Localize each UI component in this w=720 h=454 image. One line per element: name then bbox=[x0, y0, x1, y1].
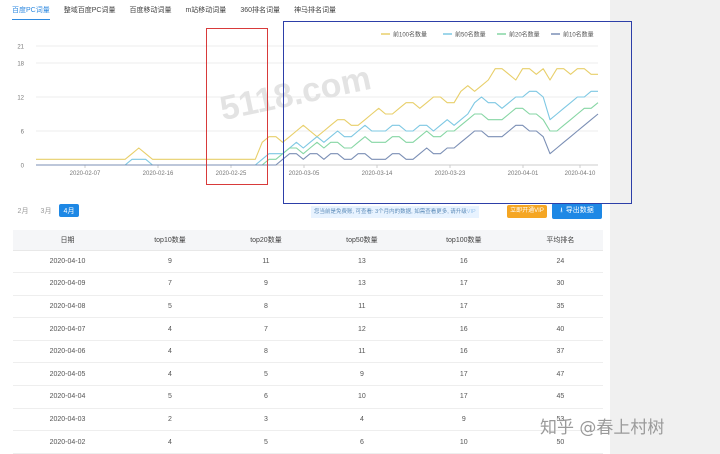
cell-top10: 4 bbox=[122, 340, 218, 364]
tab-shenma[interactable]: 神马排名词量 bbox=[294, 6, 336, 20]
header-top10: top10数量 bbox=[122, 230, 218, 251]
cell-date: 2020-04-10 bbox=[13, 250, 122, 274]
cell-avg-rank: 37 bbox=[517, 340, 603, 364]
header-avg-rank: 平均排名 bbox=[517, 230, 603, 251]
cell-date: 2020-04-06 bbox=[13, 340, 122, 364]
cell-top100: 17 bbox=[409, 272, 518, 296]
export-button-label: 导出数据 bbox=[565, 207, 594, 214]
table-header-row: 日期 top10数量 top20数量 top50数量 top100数量 平均排名 bbox=[13, 230, 603, 251]
annotation-blue-box bbox=[283, 21, 632, 204]
header-top100: top100数量 bbox=[409, 230, 518, 251]
cell-top100: 17 bbox=[409, 295, 518, 319]
tab-bar: 百度PC词量 整域百度PC词量 百度移动词量 m站移动词量 360排名词量 神马… bbox=[12, 6, 350, 20]
download-icon: ⭳ bbox=[560, 207, 563, 214]
header-top20: top20数量 bbox=[217, 230, 314, 251]
cell-date: 2020-04-09 bbox=[13, 272, 122, 296]
cell-top20: 11 bbox=[217, 250, 314, 274]
table-row: 2020-04-04 5 6 10 17 45 bbox=[13, 385, 603, 409]
month-mar-button[interactable]: 3月 bbox=[36, 204, 56, 217]
tab-baidu-pc[interactable]: 百度PC词量 bbox=[12, 6, 50, 20]
cell-avg-rank: 45 bbox=[517, 385, 603, 409]
ranking-table: 日期 top10数量 top20数量 top50数量 top100数量 平均排名… bbox=[13, 230, 603, 454]
cell-top50: 13 bbox=[313, 250, 410, 274]
cell-top100: 16 bbox=[409, 340, 518, 364]
x-tick-label: 2020-02-07 bbox=[70, 171, 101, 177]
cell-date: 2020-04-08 bbox=[13, 295, 122, 319]
cell-top100: 16 bbox=[409, 317, 518, 341]
cell-top10: 5 bbox=[122, 385, 218, 409]
cell-top20: 9 bbox=[217, 272, 314, 296]
notice-text: 您当前是免费账, 可查看: 3个月内的数据, 如需查看更多, 请升级 bbox=[314, 209, 467, 215]
cell-top20: 3 bbox=[217, 408, 314, 432]
cell-top100: 10 bbox=[409, 430, 518, 454]
cell-top10: 7 bbox=[122, 272, 218, 296]
cell-date: 2020-04-07 bbox=[13, 317, 122, 341]
cell-date: 2020-04-02 bbox=[13, 430, 122, 454]
month-feb-button[interactable]: 2月 bbox=[13, 204, 33, 217]
cell-top50: 13 bbox=[313, 272, 410, 296]
cell-top50: 11 bbox=[313, 295, 410, 319]
cell-avg-rank: 24 bbox=[517, 250, 603, 274]
cell-top50: 11 bbox=[313, 340, 410, 364]
table-row: 2020-04-03 2 3 4 9 53 bbox=[13, 408, 603, 432]
y-tick-label: 0 bbox=[21, 164, 25, 170]
free-account-notice: 您当前是免费账, 可查看: 3个月内的数据, 如需查看更多, 请升级VIP bbox=[311, 206, 479, 218]
y-tick-label: 18 bbox=[17, 62, 24, 68]
cell-top20: 5 bbox=[217, 430, 314, 454]
tab-whole-domain-baidu-pc[interactable]: 整域百度PC词量 bbox=[64, 6, 116, 20]
cell-top10: 9 bbox=[122, 250, 218, 274]
cell-top10: 4 bbox=[122, 362, 218, 387]
cell-top10: 5 bbox=[122, 295, 218, 319]
cell-top10: 2 bbox=[122, 408, 218, 432]
cell-top100: 17 bbox=[409, 385, 518, 409]
y-tick-label: 12 bbox=[17, 96, 24, 102]
notice-vip-text: VIP bbox=[466, 209, 476, 215]
cell-top100: 9 bbox=[409, 408, 518, 432]
cell-top20: 8 bbox=[217, 295, 314, 319]
table-row: 2020-04-08 5 8 11 17 35 bbox=[13, 295, 603, 319]
table-row: 2020-04-05 4 5 9 17 47 bbox=[13, 362, 603, 387]
tab-360[interactable]: 360排名词量 bbox=[240, 6, 280, 20]
tab-m-site-mobile[interactable]: m站移动词量 bbox=[185, 6, 226, 20]
cell-date: 2020-04-04 bbox=[13, 385, 122, 409]
cell-top100: 16 bbox=[409, 250, 518, 274]
cell-top20: 8 bbox=[217, 340, 314, 364]
table-row: 2020-04-07 4 7 12 16 40 bbox=[13, 317, 603, 341]
table-body: 2020-04-10 9 11 13 16 24 2020-04-09 7 9 13 17 30 202… bbox=[13, 250, 603, 454]
cell-date: 2020-04-05 bbox=[13, 362, 122, 387]
cell-top50: 9 bbox=[313, 362, 410, 387]
x-tick-label: 2020-02-16 bbox=[143, 171, 174, 177]
cell-top20: 6 bbox=[217, 385, 314, 409]
cell-top50: 4 bbox=[313, 408, 410, 432]
cell-avg-rank: 30 bbox=[517, 272, 603, 296]
cell-top100: 17 bbox=[409, 362, 518, 387]
annotation-red-box bbox=[206, 28, 268, 185]
table-row: 2020-04-09 7 9 13 17 30 bbox=[13, 272, 603, 296]
cell-top50: 6 bbox=[313, 430, 410, 454]
cell-top20: 7 bbox=[217, 317, 314, 341]
table-row: 2020-04-10 9 11 13 16 24 bbox=[13, 250, 603, 274]
header-top50: top50数量 bbox=[313, 230, 410, 251]
table-row: 2020-04-06 4 8 11 16 37 bbox=[13, 340, 603, 364]
zhihu-watermark: 知乎 @春上村树 bbox=[540, 418, 665, 438]
tab-baidu-mobile[interactable]: 百度移动词量 bbox=[129, 6, 171, 20]
export-data-button[interactable]: ⭳ 导出数据 bbox=[552, 203, 602, 219]
month-apr-button[interactable]: 4月 bbox=[59, 204, 79, 217]
cell-avg-rank: 40 bbox=[517, 317, 603, 341]
cell-top50: 10 bbox=[313, 385, 410, 409]
cell-top10: 4 bbox=[122, 317, 218, 341]
cell-top20: 5 bbox=[217, 362, 314, 387]
table-row: 2020-04-02 4 5 6 10 50 bbox=[13, 430, 603, 454]
open-vip-button[interactable]: 立即开通VIP bbox=[507, 205, 547, 218]
cell-avg-rank: 47 bbox=[517, 362, 603, 387]
cell-top50: 12 bbox=[313, 317, 410, 341]
cell-top10: 4 bbox=[122, 430, 218, 454]
y-axis: 0 6 12 18 21 bbox=[17, 45, 24, 170]
month-filter: 2月 3月 4月 bbox=[13, 204, 82, 217]
cell-avg-rank: 35 bbox=[517, 295, 603, 319]
header-date: 日期 bbox=[13, 230, 122, 251]
cell-date: 2020-04-03 bbox=[13, 408, 122, 432]
y-tick-label: 21 bbox=[17, 45, 24, 51]
y-tick-label: 6 bbox=[21, 130, 25, 136]
